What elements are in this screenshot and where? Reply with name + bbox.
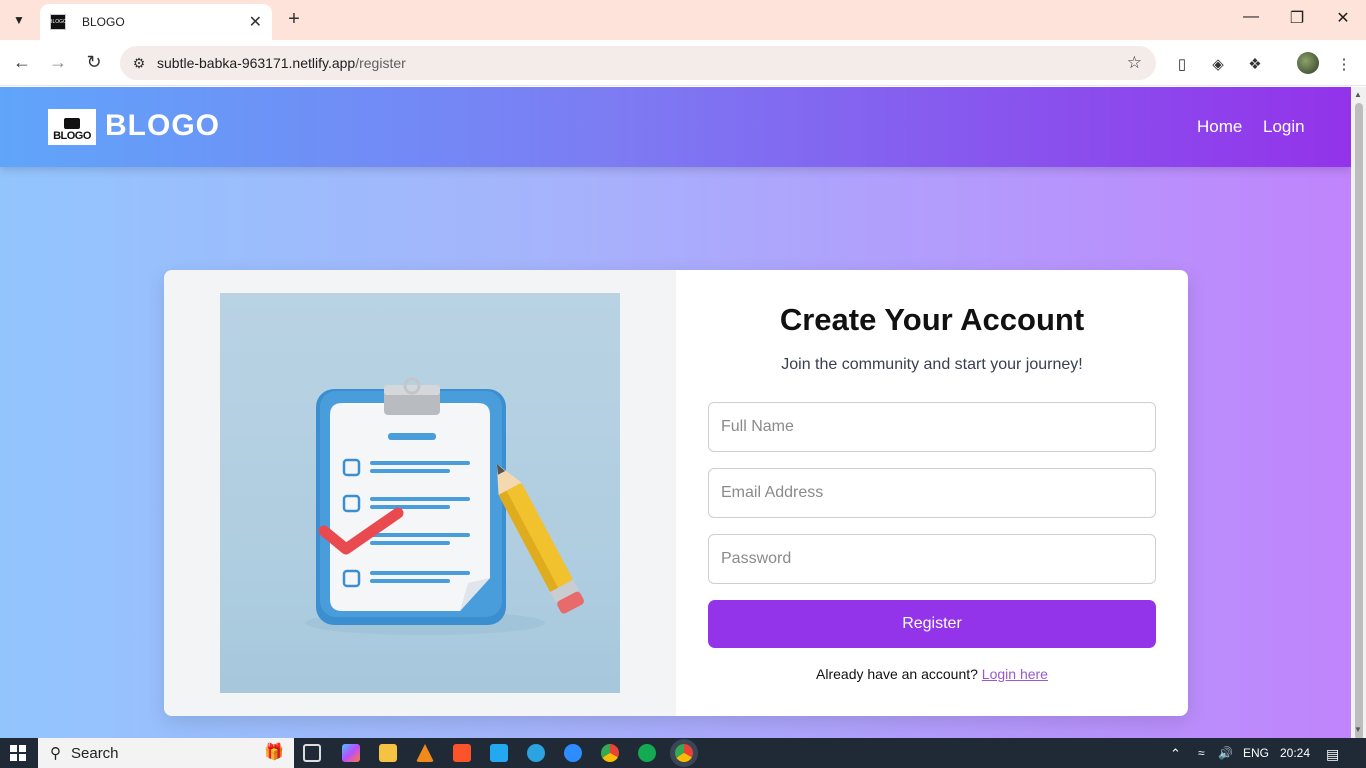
register-button[interactable]: Register [708, 600, 1156, 648]
extension-cat-icon[interactable]: ◈ [1207, 53, 1229, 75]
back-icon[interactable]: ← [10, 52, 34, 73]
address-bar[interactable]: ⚙ subtle-babka-963171.netlify.app/regist… [120, 46, 1156, 80]
restore-icon[interactable]: ❐ [1282, 8, 1312, 28]
login-prompt-line: Already have an account? Login here [676, 666, 1188, 682]
login-here-link[interactable]: Login here [982, 666, 1048, 682]
vlc-icon[interactable] [416, 744, 434, 762]
login-prompt-text: Already have an account? [816, 666, 978, 682]
puzzle-icon[interactable]: ❖ [1244, 53, 1266, 75]
taskbar-search-label: Search [71, 744, 119, 762]
nav-login-link[interactable]: Login [1263, 117, 1305, 137]
tab-close-icon[interactable]: ✕ [249, 12, 262, 32]
scroll-up-arrow-icon[interactable]: ▲ [1354, 90, 1362, 99]
site-settings-icon[interactable]: ⚙ [130, 55, 148, 72]
copilot-icon[interactable] [342, 744, 360, 762]
search-highlight-gifts-icon: 🎁 [264, 744, 284, 761]
email-field[interactable] [708, 468, 1156, 518]
chrome-icon[interactable] [601, 744, 619, 762]
wifi-icon[interactable]: ≈ [1198, 746, 1205, 760]
tray-chevron-up-icon[interactable]: ⌃ [1170, 746, 1181, 762]
site-header: BLOGO BLOGO Home Login [0, 87, 1351, 167]
page-title: Create Your Account [779, 302, 1085, 337]
file-explorer-icon[interactable] [379, 744, 397, 762]
reload-icon[interactable]: ↻ [82, 52, 106, 73]
nav-home-link[interactable]: Home [1197, 117, 1242, 137]
clipboard-checklist-illustration [220, 293, 620, 693]
scroll-down-arrow-icon[interactable]: ▼ [1354, 725, 1362, 734]
windows-taskbar: ⚲ Search 🎁 ⌃ ≈ 🔊 ENG 20:24 ▤ [0, 738, 1366, 768]
mongodb-compass-icon[interactable] [638, 744, 656, 762]
clock[interactable]: 20:24 [1280, 746, 1310, 760]
browser-toolbar: ← → ↻ ⚙ subtle-babka-963171.netlify.app/… [0, 40, 1366, 86]
vscode-icon[interactable] [490, 744, 508, 762]
wallet-icon[interactable]: ▯ [1171, 53, 1193, 75]
page-scrollbar[interactable]: ▲ ▼ [1351, 87, 1366, 740]
bookmark-star-icon[interactable]: ☆ [1127, 53, 1142, 73]
logo-image[interactable]: BLOGO [48, 109, 96, 145]
url-path: /register [355, 55, 406, 71]
url-host: subtle-babka-963171.netlify.app [157, 55, 356, 71]
register-card: Create Your Account Join the community a… [164, 270, 1188, 716]
new-tab-plus-icon[interactable]: + [282, 8, 306, 31]
brave-icon[interactable] [453, 744, 471, 762]
tab-search-chevron-icon[interactable]: ▼ [6, 7, 32, 33]
register-form-panel: Create Your Account Join the community a… [676, 270, 1188, 716]
telegram-icon[interactable] [527, 744, 545, 762]
close-window-icon[interactable]: ✕ [1328, 8, 1358, 28]
chrome-active-icon[interactable] [675, 744, 693, 762]
notifications-icon[interactable]: ▤ [1326, 746, 1339, 763]
browser-tab-bar: ▼ BLOGO BLOGO ✕ + — ❐ ✕ [0, 0, 1366, 40]
forward-icon[interactable]: → [46, 52, 70, 73]
language-indicator[interactable]: ENG [1243, 746, 1269, 760]
browser-tab[interactable]: BLOGO BLOGO ✕ [40, 4, 272, 40]
logo-text[interactable]: BLOGO [105, 109, 220, 143]
scrollbar-thumb[interactable] [1355, 103, 1363, 740]
illustration-panel [164, 270, 676, 716]
password-field[interactable] [708, 534, 1156, 584]
full-name-field[interactable] [708, 402, 1156, 452]
taskbar-search-box[interactable]: ⚲ Search 🎁 [38, 738, 294, 768]
tab-favicon: BLOGO [49, 14, 67, 30]
search-icon: ⚲ [50, 745, 61, 762]
speaker-icon[interactable]: 🔊 [1218, 746, 1233, 760]
windows-start-icon[interactable] [10, 745, 26, 761]
minimize-icon[interactable]: — [1236, 8, 1266, 26]
speech-bubble-icon [64, 118, 80, 129]
page-subtitle: Join the community and start your journe… [781, 356, 1083, 373]
url-text[interactable]: subtle-babka-963171.netlify.app/register [157, 55, 406, 71]
task-view-icon[interactable] [303, 744, 321, 762]
page-viewport: BLOGO BLOGO Home Login Create Your Accou… [0, 87, 1351, 738]
zoom-icon[interactable] [564, 744, 582, 762]
tab-title: BLOGO [82, 15, 125, 29]
profile-avatar[interactable] [1297, 52, 1319, 74]
logo-image-text: BLOGO [53, 130, 91, 142]
clipboard-illustration-svg [305, 377, 584, 635]
kebab-menu-icon[interactable]: ⋮ [1333, 53, 1355, 75]
